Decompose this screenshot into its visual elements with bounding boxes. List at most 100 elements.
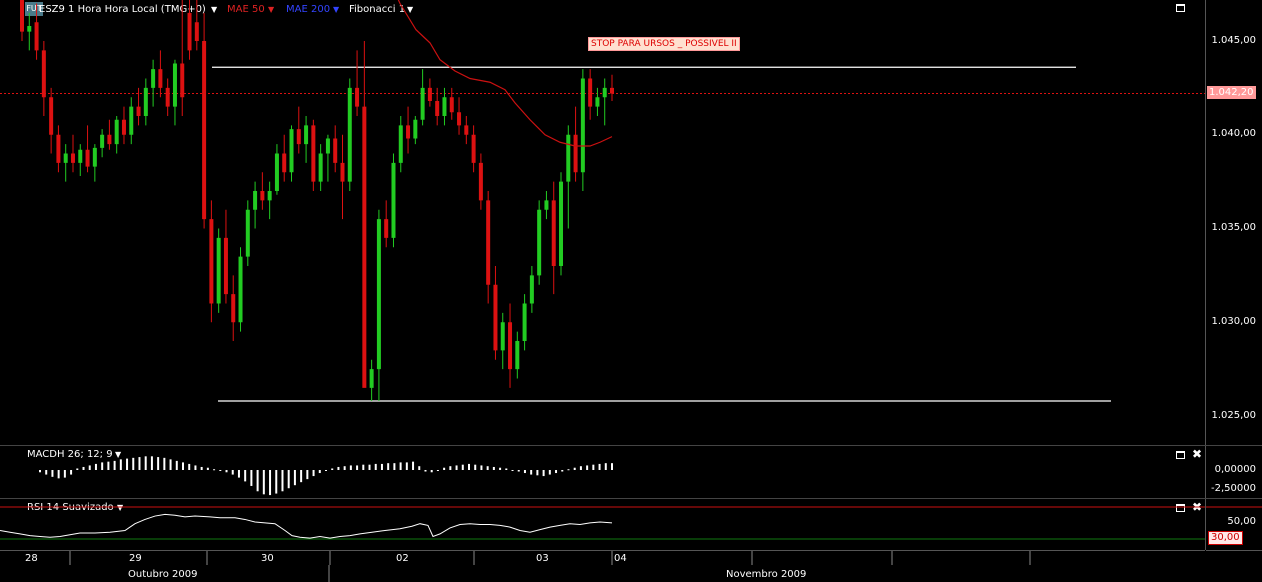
candle-body — [427, 87, 432, 101]
candle-body — [355, 87, 360, 107]
rsi-level-marker: 30,00 — [1208, 531, 1243, 545]
macd-bar — [418, 466, 421, 470]
candle-body — [515, 341, 520, 370]
macd-bar — [530, 470, 533, 475]
macd-bar — [132, 457, 135, 470]
candle-body — [406, 125, 411, 139]
candle-body — [223, 237, 228, 295]
candle-body — [551, 200, 556, 266]
candle-body — [165, 87, 170, 107]
candle-body — [369, 369, 374, 388]
macd-bar — [182, 462, 184, 470]
candle-body — [420, 87, 425, 120]
candle-body — [136, 106, 141, 116]
macd-bar — [107, 461, 110, 470]
candle-body — [508, 322, 513, 370]
candle-body — [282, 153, 287, 173]
candle-body — [318, 153, 323, 182]
macd-bar — [138, 457, 141, 470]
candle-body — [158, 69, 163, 88]
macd-bar — [430, 470, 433, 473]
annotation-text: STOP PARA URSOS _ POSSIVEL II — [591, 39, 737, 49]
macd-bar — [119, 459, 122, 470]
candle-body — [457, 112, 462, 126]
macd-bar — [424, 470, 427, 472]
candle-body — [56, 134, 61, 163]
macd-bar — [343, 466, 346, 470]
macd-bar — [51, 470, 54, 477]
macd-bar — [399, 462, 402, 470]
macd-bar — [126, 458, 129, 470]
candle-body — [333, 138, 338, 163]
macd-bar — [611, 463, 613, 470]
candle-body — [595, 97, 600, 107]
macd-bar — [499, 467, 502, 470]
macd-bar — [63, 470, 66, 478]
macd-bar — [82, 466, 85, 470]
candle-body — [340, 162, 345, 182]
macd-histogram — [39, 456, 613, 496]
macd-bar — [70, 470, 73, 475]
macd-bar — [231, 470, 234, 475]
macd-bar — [523, 470, 526, 474]
macd-bar — [293, 470, 296, 486]
time-axis[interactable]: 28 29 30 02 03 04 Outubro 2009 Novembro … — [0, 550, 1205, 582]
candle-body — [529, 275, 534, 304]
candle-body — [478, 162, 483, 201]
current-price-marker: 1.042,20 — [1207, 86, 1256, 99]
candle-body — [384, 219, 389, 238]
candle-body — [391, 162, 396, 238]
candle-body — [216, 237, 221, 304]
macd-bar — [542, 470, 545, 477]
macd-pane: MACDH 26; 12; 9 ▼ ✖ 0,00000 -2,50000 — [0, 446, 1262, 498]
macd-bar — [362, 464, 365, 470]
macd-bar — [262, 470, 265, 495]
macd-bar — [169, 459, 172, 470]
candle-body — [522, 303, 527, 341]
candle-body — [231, 294, 236, 323]
corner-box — [1206, 550, 1262, 582]
macd-bar — [237, 470, 240, 478]
macd-bar — [256, 470, 259, 492]
candle-body — [143, 87, 148, 116]
macd-bar — [318, 470, 321, 474]
candle-body — [253, 191, 258, 210]
time-axis-ticks — [69, 551, 1031, 582]
candle-body — [34, 22, 39, 51]
candle-body — [107, 134, 112, 145]
macd-bar — [492, 466, 495, 470]
macd-bar — [436, 470, 439, 471]
macd-bar — [579, 466, 582, 470]
candle-body — [202, 41, 207, 220]
macd-bar — [486, 466, 489, 470]
macd-bar — [163, 457, 166, 470]
candle-body — [267, 191, 272, 201]
candle-body — [20, 0, 24, 32]
candle-body — [238, 256, 243, 323]
candle-body — [486, 200, 491, 285]
macd-bar — [300, 470, 303, 483]
candle-body — [289, 129, 294, 173]
candle-body — [471, 134, 476, 163]
macd-bar — [76, 468, 79, 470]
candle-body — [347, 87, 352, 182]
macd-bar — [57, 470, 60, 479]
macd-bar — [269, 470, 272, 496]
candle-body — [63, 153, 68, 163]
macd-bar — [374, 463, 377, 470]
macd-bar — [412, 461, 415, 470]
macd-bar — [325, 470, 327, 471]
price-axis[interactable]: 1.045,00 1.040,00 1.035,00 1.030,00 1.02… — [1206, 0, 1262, 445]
candle-body — [413, 119, 418, 139]
macd-bar — [306, 470, 309, 480]
candle-body — [325, 138, 330, 154]
macd-bar — [548, 470, 551, 475]
candle-body — [114, 119, 119, 145]
macd-bar — [536, 470, 539, 476]
price-tick: 1.035,00 — [1211, 222, 1256, 233]
candle-body — [78, 149, 83, 163]
macd-bar — [157, 457, 160, 470]
candle-body — [544, 200, 549, 210]
candle-body — [493, 284, 498, 351]
annotation-box[interactable]: STOP PARA URSOS _ POSSIVEL II — [588, 37, 740, 51]
